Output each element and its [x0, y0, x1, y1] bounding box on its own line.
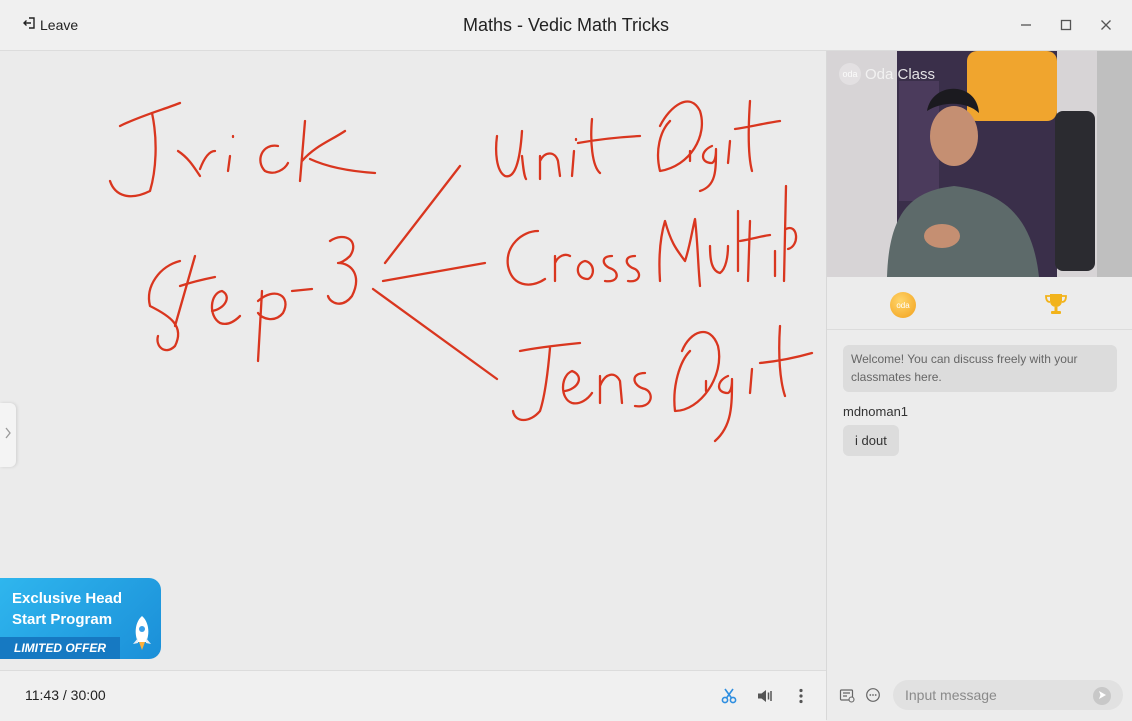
trophy-icon[interactable]: [1043, 291, 1069, 317]
promo-line-1: Exclusive Head: [12, 590, 123, 607]
playback-controls: 11:43 / 30:00: [0, 670, 826, 721]
time-display: 11:43 / 30:00: [25, 687, 106, 703]
stroke-digit-t: [733, 99, 782, 173]
stroke-cross-c: [506, 229, 547, 286]
stroke-unit-n: [538, 152, 562, 181]
chat-input-bar: [827, 670, 1132, 720]
emoji-chat-icon: [865, 688, 881, 707]
video-watermark: oda Oda Class: [839, 63, 935, 85]
stroke-trick-i: [226, 134, 235, 173]
whiteboard[interactable]: Exclusive Head Start Program LIMITED OFF…: [0, 51, 826, 670]
attendance-icon: [839, 689, 855, 707]
quick-reply-button[interactable]: [865, 687, 881, 703]
video-watermark-text: Oda Class: [865, 65, 936, 83]
stroke-trick-t-stem: [108, 111, 157, 198]
time-total: 30:00: [70, 687, 106, 703]
stroke-cross-r: [553, 253, 572, 283]
coin-icon[interactable]: oda: [890, 292, 916, 318]
stroke-unit-i: [570, 137, 578, 178]
chat-message-bubble: i dout: [843, 425, 899, 456]
clip-button[interactable]: [720, 687, 738, 705]
stroke-digit-i: [726, 139, 732, 165]
stroke-tens-n: [598, 373, 624, 405]
right-panel: oda Oda Class oda Welcome! You can discu…: [826, 51, 1132, 720]
stroke-digit-ig: [688, 144, 718, 193]
stroke-tens-digit-t: [758, 324, 814, 398]
stroke-cross-s2: [625, 254, 641, 283]
stroke-multip-p: [782, 184, 798, 283]
message-input[interactable]: [893, 680, 1123, 710]
oda-logo-icon: oda: [839, 63, 861, 85]
stroke-branch-bottom: [371, 287, 499, 381]
stroke-multip-m: [658, 217, 702, 288]
send-button[interactable]: [1093, 687, 1111, 705]
stroke-cross-o: [576, 259, 595, 281]
maximize-icon: [1058, 19, 1074, 37]
close-button[interactable]: [1098, 17, 1114, 33]
chat-username: mdnoman1: [843, 404, 909, 419]
scissors-icon: [720, 688, 738, 709]
stroke-tens-t: [511, 341, 582, 422]
volume-button[interactable]: [756, 687, 774, 705]
stroke-trick-c: [259, 144, 290, 174]
promo-banner[interactable]: Exclusive Head Start Program LIMITED OFF…: [0, 578, 161, 659]
more-options-button[interactable]: [792, 687, 810, 705]
window-title: Maths - Vedic Math Tricks: [462, 15, 670, 35]
title-bar: Leave Maths - Vedic Math Tricks: [0, 0, 1132, 51]
more-vertical-icon: [792, 688, 810, 709]
stroke-step-3: [326, 235, 358, 305]
stroke-trick-t-bar: [118, 101, 182, 128]
stroke-trick-r: [176, 149, 217, 178]
chevron-right-icon: [4, 426, 12, 445]
stroke-multip-u: [708, 244, 730, 275]
chat-area: Welcome! You can discuss freely with you…: [843, 345, 1117, 456]
attendance-button[interactable]: [839, 687, 855, 703]
minimize-icon: [1018, 20, 1034, 37]
stroke-unit-u: [494, 129, 528, 181]
close-icon: [1098, 20, 1114, 37]
sidebar-expand-handle[interactable]: [0, 403, 16, 467]
stroke-cross-s1: [602, 254, 618, 283]
teacher-video[interactable]: oda Oda Class: [827, 51, 1132, 277]
stroke-branch-mid: [381, 261, 487, 283]
maximize-button[interactable]: [1058, 17, 1074, 33]
time-separator: /: [62, 687, 67, 703]
panel-tabs: oda: [827, 277, 1132, 330]
stroke-step-p: [256, 289, 287, 363]
volume-icon: [756, 690, 774, 709]
stroke-trick-k: [298, 119, 377, 183]
welcome-message: Welcome! You can discuss freely with you…: [843, 345, 1117, 392]
stroke-step-dash: [290, 287, 314, 293]
stroke-step-t: [173, 254, 217, 328]
promo-line-2: Start Program: [12, 611, 113, 628]
rocket-icon: [133, 616, 151, 650]
stroke-step-s: [147, 259, 182, 352]
stroke-unit-t: [576, 117, 642, 175]
stroke-tens-e: [561, 369, 594, 405]
stroke-tens-s: [633, 371, 652, 408]
promo-offer-label: LIMITED OFFER: [0, 637, 120, 659]
minimize-button[interactable]: [1018, 17, 1034, 33]
stroke-tens-digit-d: [673, 330, 721, 413]
stroke-step-e: [210, 289, 242, 326]
stroke-multip-t: [738, 219, 772, 283]
time-elapsed: 11:43: [25, 687, 59, 703]
stroke-digit-d: [656, 100, 703, 173]
send-icon: [1097, 690, 1107, 703]
stroke-branch-top: [383, 164, 462, 265]
stroke-tens-digit-i: [748, 367, 754, 395]
